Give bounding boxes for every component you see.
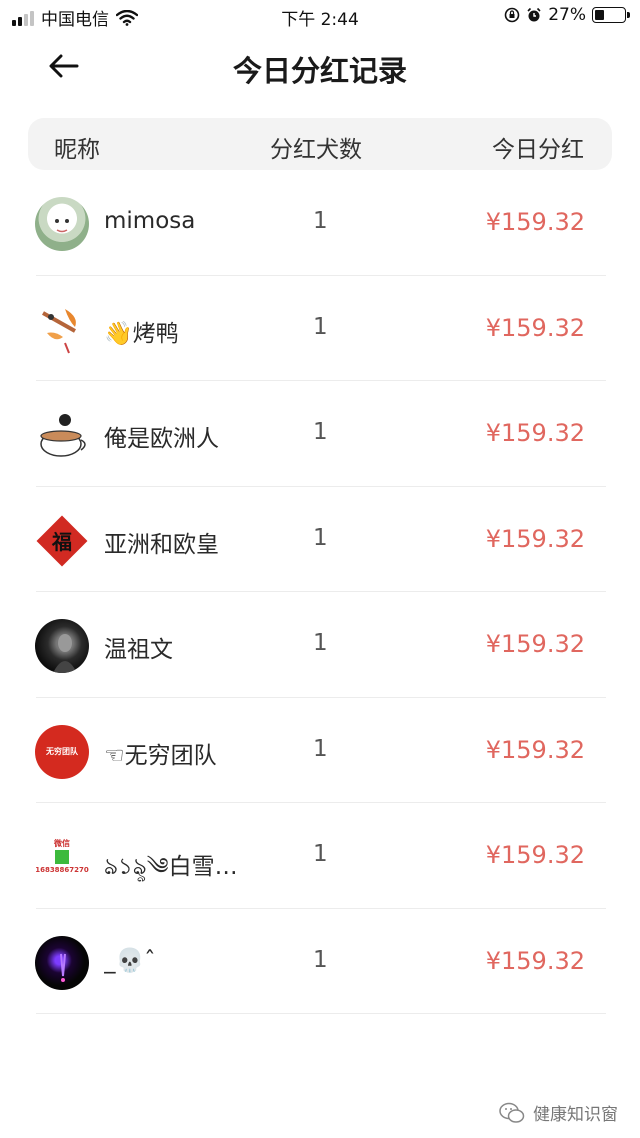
dividend-list: mimosa 1 ¥159.32 👋烤鸭 1 ¥159.32 俺是欧洲人 1 ¥… [0, 170, 640, 1014]
watermark: 健康知识窗 [499, 1100, 618, 1125]
avatar [35, 408, 89, 462]
list-item[interactable]: 无穷团队 ☜无穷团队 1 ¥159.32 [0, 698, 640, 804]
status-bar: 中国电信 下午 2:44 27% [0, 0, 640, 34]
dog-count: 1 [313, 419, 328, 445]
alarm-icon [527, 7, 541, 22]
watermark-text: 健康知识窗 [533, 1105, 618, 1125]
dog-count: 1 [313, 841, 328, 867]
dividend-amount: ¥159.32 [485, 313, 585, 342]
avatar-phone: 16838867270 [35, 866, 89, 874]
wechat-icon [499, 1102, 525, 1123]
dog-count: 1 [313, 630, 328, 656]
avatar [35, 619, 89, 673]
avatar-char: 福 [52, 530, 72, 554]
list-item[interactable]: mimosa 1 ¥159.32 [0, 170, 640, 276]
dividend-amount: ¥159.32 [485, 946, 585, 975]
rotation-lock-icon [504, 7, 520, 23]
dividend-amount: ¥159.32 [485, 735, 585, 764]
dog-count: 1 [313, 313, 328, 340]
avatar [35, 197, 89, 251]
avatar-text: 无穷团队 [46, 747, 78, 756]
dog-count: 1 [313, 524, 328, 551]
column-header-nickname: 昵称 [54, 137, 100, 163]
avatar: 无穷团队 [35, 724, 89, 779]
dividend-amount: ¥159.32 [485, 841, 585, 869]
status-right: 27% [504, 5, 630, 25]
dog-count: 1 [313, 208, 328, 234]
column-header-dog-count: 分红犬数 [270, 137, 362, 163]
battery-icon [592, 7, 630, 23]
list-item[interactable]: _💀ˆ 1 ¥159.32 [0, 909, 640, 1015]
battery-level [595, 10, 604, 20]
list-item[interactable]: 温祖文 1 ¥159.32 [0, 592, 640, 698]
dividend-amount: ¥159.32 [485, 419, 585, 447]
page-title: 今日分红记录 [232, 54, 407, 88]
avatar: 微信 16838867270 [35, 830, 89, 884]
dividend-amount: ¥159.32 [485, 524, 585, 553]
nickname: ☜无穷团队 [104, 742, 217, 769]
nickname: 俺是欧洲人 [104, 426, 219, 452]
table-header: 昵称 分红犬数 今日分红 [28, 118, 612, 170]
nickname: mimosa [104, 208, 196, 234]
avatar [35, 302, 89, 357]
column-header-today-dividend: 今日分红 [492, 137, 584, 163]
avatar-green-block [55, 850, 69, 864]
nickname: 亚洲和欧皇 [104, 531, 219, 558]
avatar-text: 微信 [54, 839, 70, 848]
avatar [35, 935, 89, 990]
list-item[interactable]: 俺是欧洲人 1 ¥159.32 [0, 381, 640, 487]
nav-header: 今日分红记录 [0, 34, 640, 98]
nickname: 温祖文 [104, 637, 173, 663]
nickname: 👋烤鸭 [104, 320, 179, 347]
dog-count: 1 [313, 946, 328, 973]
list-item[interactable]: 微信 16838867270 ঌ১ৡ༄白雪… 1 ¥159.32 [0, 803, 640, 909]
nickname: _💀ˆ [104, 947, 156, 974]
battery-percent: 27% [548, 5, 586, 25]
list-item[interactable]: 👋烤鸭 1 ¥159.32 [0, 276, 640, 382]
dividend-amount: ¥159.32 [485, 630, 585, 658]
list-item[interactable]: 福 亚洲和欧皇 1 ¥159.32 [0, 487, 640, 593]
avatar: 福 [35, 514, 89, 568]
nickname: ঌ১ৡ༄白雪… [104, 854, 238, 880]
dividend-amount: ¥159.32 [485, 208, 585, 236]
dog-count: 1 [313, 735, 328, 762]
